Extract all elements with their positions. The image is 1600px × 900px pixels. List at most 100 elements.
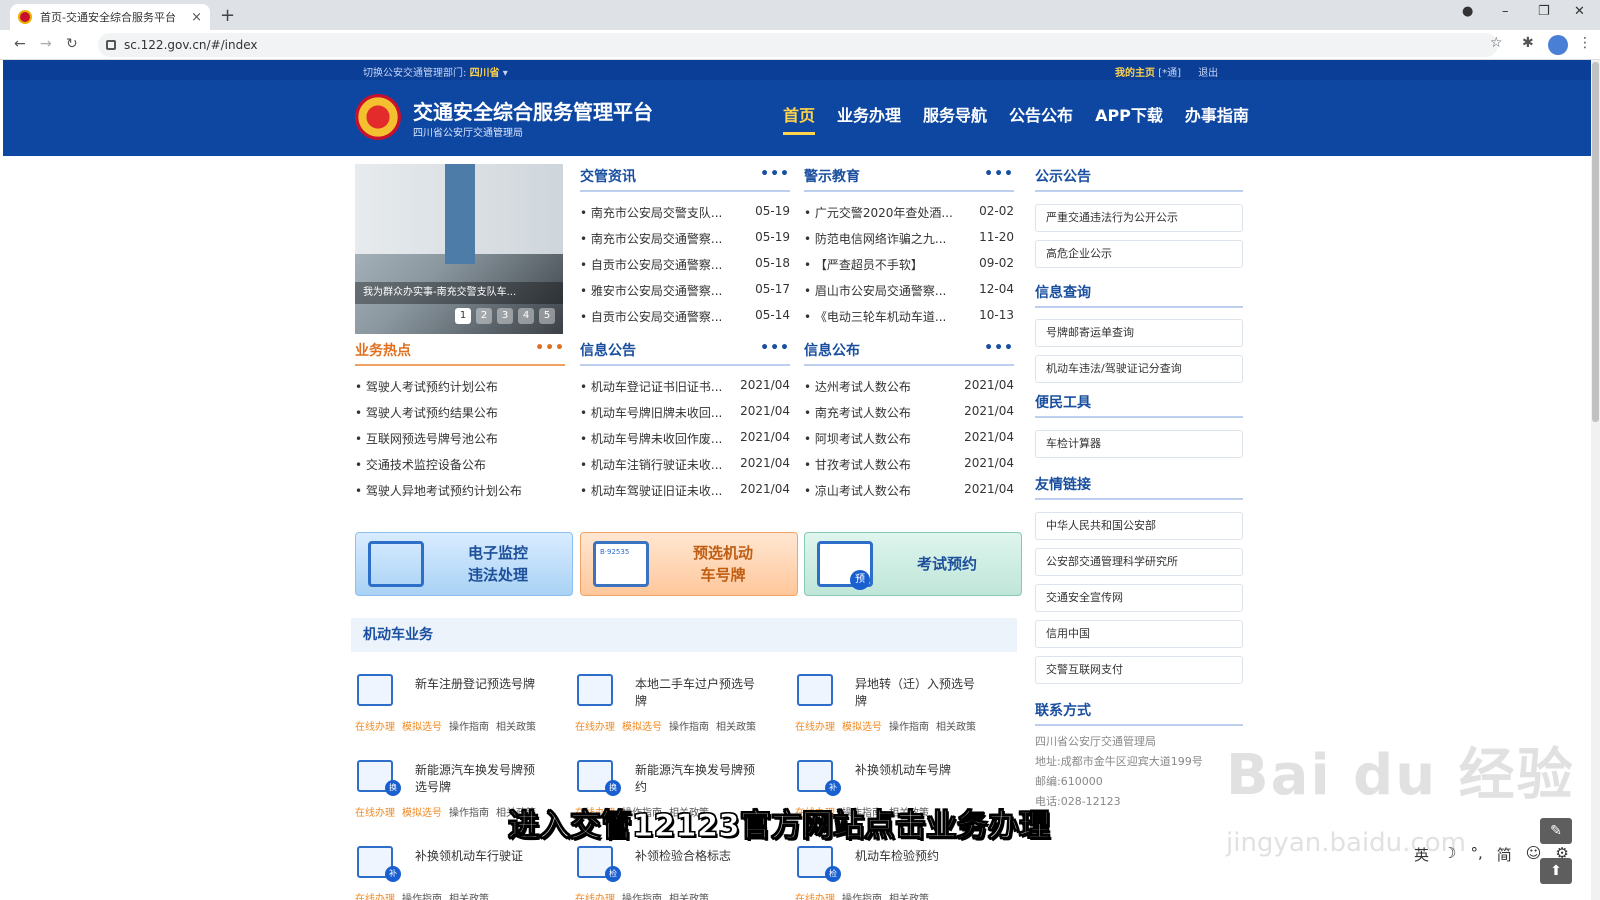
profile-avatar[interactable]	[1548, 35, 1568, 55]
list-item-title[interactable]: • 【严查超员不手软】	[804, 256, 979, 282]
my-home-link[interactable]: 我的主页	[1115, 68, 1155, 79]
business-link[interactable]: 相关政策	[716, 722, 756, 733]
list-item-title[interactable]: • 达州考试人数公布	[804, 378, 964, 404]
list-item[interactable]: • 眉山市公安局交通警察... 12-04	[804, 282, 1014, 308]
list-item-title[interactable]: • 机动车注销行驶证未收...	[580, 456, 740, 482]
list-item-title[interactable]: • 自贡市公安局交通警察...	[580, 308, 755, 334]
edit-icon[interactable]: ✎	[1540, 818, 1572, 844]
list-item-title[interactable]: • 南充考试人数公布	[804, 404, 964, 430]
profile-menu-icon[interactable]: ●	[1462, 4, 1473, 19]
news-carousel[interactable]: 我为群众办实事-南充交警支队车... 1 2 3 4 5	[355, 164, 563, 334]
list-item-title[interactable]: • 雅安市公安局交通警察...	[580, 282, 755, 308]
list-item[interactable]: • 机动车号牌旧牌未收回... 2021/04	[580, 404, 790, 430]
nav-guide[interactable]: 办事指南	[1185, 102, 1249, 126]
business-link[interactable]: 相关政策	[669, 894, 709, 900]
minimize-button[interactable]: –	[1502, 4, 1509, 19]
list-item[interactable]: • 南充考试人数公布 2021/04	[804, 404, 1014, 430]
business-link[interactable]: 操作指南	[842, 894, 882, 900]
new-tab-button[interactable]: +	[220, 5, 235, 26]
list-item[interactable]: • 交通技术监控设备公布	[355, 456, 565, 482]
sidebar-link[interactable]: 信用中国	[1035, 620, 1243, 648]
business-item-name[interactable]: 机动车检验预约	[855, 848, 985, 865]
sidebar-link[interactable]: 中华人民共和国公安部	[1035, 512, 1243, 540]
more-icon[interactable]: •••	[760, 166, 790, 182]
business-item-name[interactable]: 新车注册登记预选号牌	[415, 676, 545, 693]
list-item[interactable]: • 机动车驾驶证旧证未收... 2021/04	[580, 482, 790, 508]
list-item[interactable]: • 甘孜考试人数公布 2021/04	[804, 456, 1014, 482]
more-icon[interactable]: •••	[984, 166, 1014, 182]
business-link[interactable]: 在线办理	[795, 722, 835, 733]
list-item-title[interactable]: • 眉山市公安局交通警察...	[804, 282, 979, 308]
business-link[interactable]: 在线办理	[355, 808, 395, 819]
list-item-title[interactable]: • 凉山考试人数公布	[804, 482, 964, 508]
bookmark-star-icon[interactable]: ☆	[1490, 35, 1503, 51]
list-item-title[interactable]: • 阿坝考试人数公布	[804, 430, 964, 456]
carousel-dot[interactable]: 4	[518, 308, 534, 324]
maximize-button[interactable]: ❐	[1538, 4, 1550, 19]
business-link[interactable]: 模拟选号	[842, 722, 882, 733]
nav-business[interactable]: 业务办理	[837, 102, 901, 126]
sidebar-link[interactable]: 车检计算器	[1035, 430, 1243, 458]
more-icon[interactable]: •••	[760, 340, 790, 356]
list-item-title[interactable]: • 南充市公安局交通警察...	[580, 230, 755, 256]
tab-close-icon[interactable]: ×	[191, 10, 202, 25]
list-item-title[interactable]: • 广元交警2020年查处酒...	[804, 204, 979, 230]
ime-settings-icon[interactable]: ⚙	[1555, 844, 1568, 865]
list-item[interactable]: • 雅安市公安局交通警察... 05-17	[580, 282, 790, 308]
business-link[interactable]: 操作指南	[449, 722, 489, 733]
business-link[interactable]: 操作指南	[402, 894, 442, 900]
list-item[interactable]: • 南充市公安局交警支队... 05-19	[580, 204, 790, 230]
more-icon[interactable]: •••	[984, 340, 1014, 356]
list-item-title[interactable]: • 交通技术监控设备公布	[355, 456, 565, 482]
list-item-title[interactable]: • 南充市公安局交警支队...	[580, 204, 755, 230]
page-scrollbar[interactable]	[1591, 60, 1600, 900]
business-link[interactable]: 操作指南	[889, 722, 929, 733]
list-item[interactable]: • 阿坝考试人数公布 2021/04	[804, 430, 1014, 456]
sidebar-link[interactable]: 公安部交通管理科学研究所	[1035, 548, 1243, 576]
forward-icon[interactable]: →	[40, 36, 52, 52]
browser-tab[interactable]: 首页-交通安全综合服务平台 ×	[10, 4, 210, 30]
sidebar-link[interactable]: 严重交通违法行为公开公示	[1035, 204, 1243, 232]
quick-plate-selection[interactable]: B·92535 预选机动 车号牌	[580, 532, 798, 596]
ime-punct-icon[interactable]: °,	[1470, 844, 1482, 865]
list-item[interactable]: • 机动车注销行驶证未收... 2021/04	[580, 456, 790, 482]
list-item-title[interactable]: • 机动车登记证书旧证书...	[580, 378, 740, 404]
nav-app-download[interactable]: APP下载	[1095, 102, 1163, 126]
business-link[interactable]: 操作指南	[669, 722, 709, 733]
url-bar[interactable]: sc.122.gov.cn/#/index	[98, 33, 1498, 57]
more-icon[interactable]: •••	[535, 340, 565, 356]
business-link[interactable]: 在线办理	[575, 722, 615, 733]
logout-link[interactable]: 退出	[1198, 68, 1218, 79]
business-link[interactable]: 在线办理	[575, 894, 615, 900]
business-link[interactable]: 在线办理	[355, 894, 395, 900]
sidebar-link[interactable]: 号牌邮寄运单查询	[1035, 319, 1243, 347]
business-link[interactable]: 相关政策	[936, 722, 976, 733]
scrollbar-thumb[interactable]	[1592, 62, 1599, 422]
ime-moon-icon[interactable]: ☽	[1443, 844, 1456, 865]
carousel-dot[interactable]: 1	[455, 308, 471, 324]
extensions-icon[interactable]: ✱	[1522, 35, 1534, 51]
close-window-button[interactable]: ✕	[1574, 4, 1585, 19]
list-item-title[interactable]: • 驾驶人考试预约结果公布	[355, 404, 565, 430]
carousel-dot[interactable]: 3	[497, 308, 513, 324]
list-item[interactable]: • 《电动三轮车机动车道... 10-13	[804, 308, 1014, 334]
list-item[interactable]: • 驾驶人异地考试预约计划公布	[355, 482, 565, 508]
business-item-name[interactable]: 本地二手车过户预选号牌	[635, 676, 765, 710]
business-item-name[interactable]: 补换领机动车号牌	[855, 762, 985, 779]
list-item-title[interactable]: • 甘孜考试人数公布	[804, 456, 964, 482]
list-item[interactable]: • 防范电信网络诈骗之九... 11-20	[804, 230, 1014, 256]
sidebar-link[interactable]: 机动车违法/驾驶证记分查询	[1035, 355, 1243, 383]
business-item-name[interactable]: 新能源汽车换发号牌预约	[635, 762, 765, 796]
menu-kebab-icon[interactable]: ⋮	[1578, 35, 1592, 51]
business-item-name[interactable]: 补换领机动车行驶证	[415, 848, 545, 865]
business-link[interactable]: 相关政策	[449, 894, 489, 900]
carousel-dot[interactable]: 2	[476, 308, 492, 324]
sidebar-link[interactable]: 交通安全宣传网	[1035, 584, 1243, 612]
switch-department[interactable]: 切换公安交通管理部门: 四川省 ▾	[363, 64, 508, 79]
list-item[interactable]: • 驾驶人考试预约计划公布	[355, 378, 565, 404]
list-item[interactable]: • 【严查超员不手软】 09-02	[804, 256, 1014, 282]
business-link[interactable]: 模拟选号	[622, 722, 662, 733]
business-link[interactable]: 操作指南	[449, 808, 489, 819]
business-link[interactable]: 模拟选号	[402, 722, 442, 733]
carousel-caption[interactable]: 我为群众办实事-南充交警支队车...	[355, 282, 563, 304]
